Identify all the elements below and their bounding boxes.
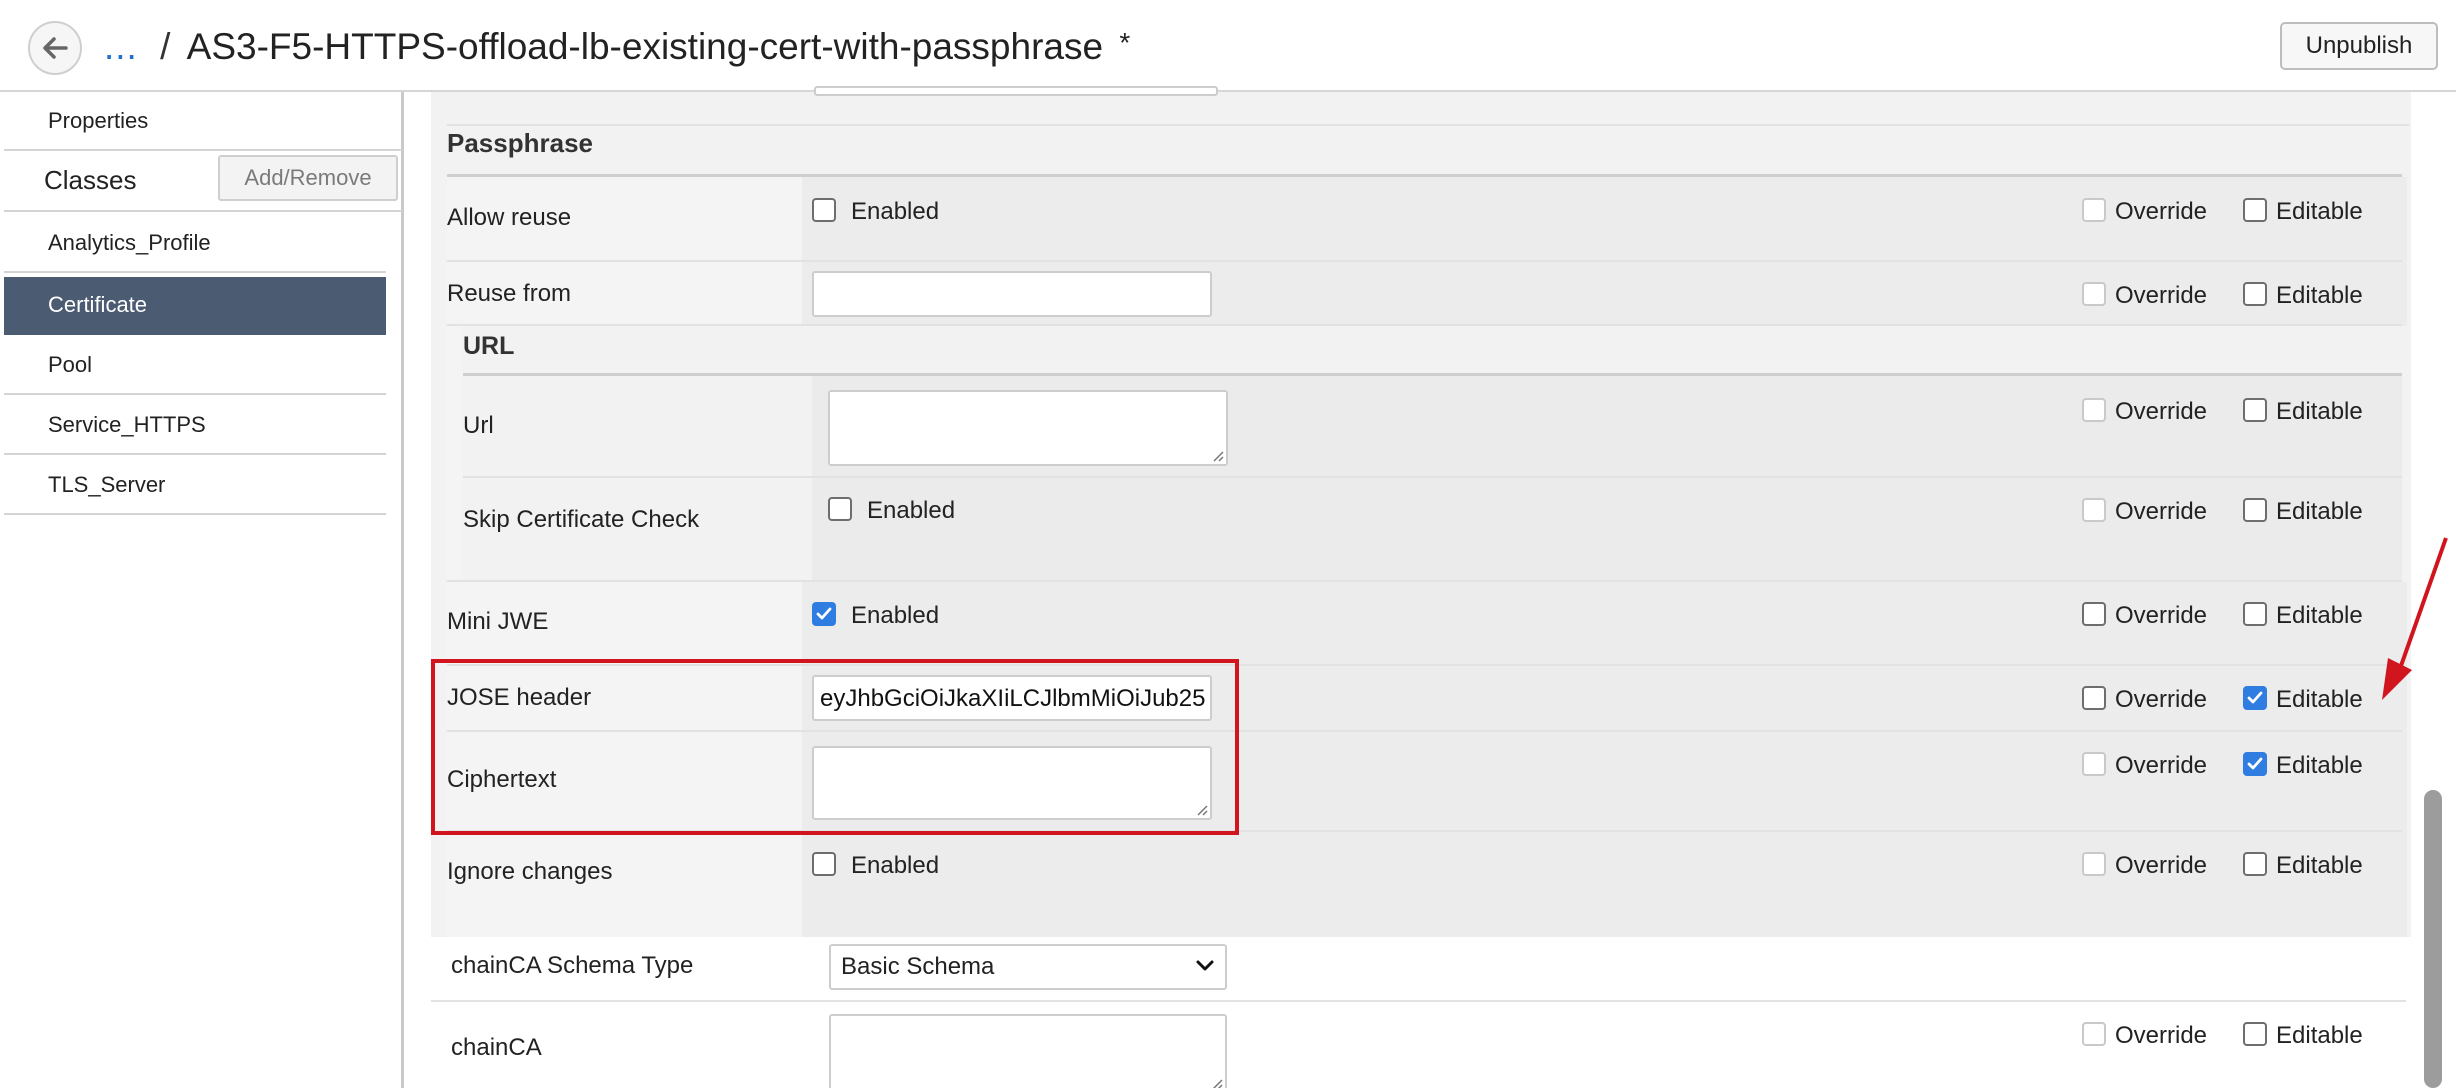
partial-input[interactable] (814, 86, 1218, 96)
skip-cert-check-override-label: Override (2115, 498, 2208, 525)
main-content: Passphrase Allow reuse Enabled Override … (407, 86, 2456, 1088)
allow-reuse-override-checkbox[interactable] (2082, 198, 2106, 222)
row-divider (463, 476, 2402, 478)
sidebar: Properties Classes Add/Remove Analytics_… (0, 92, 404, 1088)
url-divider (463, 373, 2402, 376)
mini-jwe-editable-checkbox[interactable] (2243, 602, 2267, 626)
classes-header: Classes Add/Remove (4, 149, 402, 212)
ignore-changes-editable-checkbox[interactable] (2243, 852, 2267, 876)
mini-jwe-enabled-checkbox[interactable] (812, 602, 836, 626)
chevron-down-icon (1196, 960, 1214, 971)
row-divider (431, 1000, 2406, 1002)
reuse-from-editable-label: Editable (2276, 282, 2363, 309)
unpublish-button[interactable]: Unpublish (2280, 22, 2438, 70)
outer-rows (431, 937, 2411, 1088)
checkmark-icon (2247, 691, 2263, 704)
skip-cert-check-editable-checkbox[interactable] (2243, 498, 2267, 522)
sidebar-item-properties[interactable]: Properties (4, 92, 386, 149)
chainca-editable-checkbox[interactable] (2243, 1022, 2267, 1046)
reuse-from-label: Reuse from (447, 280, 572, 307)
sidebar-item-pool[interactable]: Pool (4, 337, 386, 395)
skip-cert-check-override-checkbox[interactable] (2082, 498, 2106, 522)
allow-reuse-label: Allow reuse (447, 204, 572, 231)
highlight-box (431, 659, 1239, 835)
ignore-changes-override-checkbox[interactable] (2082, 852, 2106, 876)
url-editable-label: Editable (2276, 398, 2363, 425)
passphrase-title: Passphrase (447, 128, 593, 158)
breadcrumb-separator: / (160, 26, 171, 67)
row-divider (447, 260, 2402, 262)
checkmark-icon (2247, 757, 2263, 770)
chainca-override-label: Override (2115, 1022, 2208, 1049)
allow-reuse-enabled-checkbox[interactable] (812, 198, 836, 222)
page-title: AS3-F5-HTTPS-offload-lb-existing-cert-wi… (186, 26, 1104, 67)
url-label: Url (463, 412, 494, 439)
allow-reuse-enabled-label: Enabled (851, 198, 940, 225)
mini-jwe-override-label: Override (2115, 602, 2208, 629)
url-editable-checkbox[interactable] (2243, 398, 2267, 422)
checkmark-icon (816, 607, 832, 620)
ciphertext-editable-label: Editable (2276, 752, 2363, 779)
url-override-checkbox[interactable] (2082, 398, 2106, 422)
resize-grip-icon[interactable] (1209, 1076, 1223, 1088)
arrow-left-icon (43, 37, 68, 59)
breadcrumb-ellipsis-link[interactable]: ... (104, 26, 138, 67)
chainca-schema-type-label: chainCA Schema Type (451, 952, 694, 979)
mini-jwe-override-checkbox[interactable] (2082, 602, 2106, 626)
allow-reuse-editable-label: Editable (2276, 198, 2363, 225)
jose-header-editable-label: Editable (2276, 686, 2363, 713)
url-textarea[interactable] (828, 390, 1228, 466)
mini-jwe-label: Mini JWE (447, 608, 549, 635)
allow-reuse-editable-checkbox[interactable] (2243, 198, 2267, 222)
reuse-from-override-checkbox[interactable] (2082, 282, 2106, 306)
jose-header-editable-checkbox[interactable] (2243, 686, 2267, 710)
vertical-scrollbar[interactable] (2424, 790, 2442, 1088)
chainca-schema-type-value: Basic Schema (841, 953, 995, 980)
reuse-from-override-label: Override (2115, 282, 2208, 309)
breadcrumb: ... / AS3-F5-HTTPS-offload-lb-existing-c… (104, 22, 1130, 72)
unsaved-marker: * (1119, 27, 1131, 58)
ignore-changes-label: Ignore changes (447, 858, 613, 885)
ciphertext-override-checkbox[interactable] (2082, 752, 2106, 776)
jose-header-override-label: Override (2115, 686, 2208, 713)
mini-jwe-editable-label: Editable (2276, 602, 2363, 629)
classes-label: Classes (44, 165, 137, 195)
annotation-arrow-icon (2382, 537, 2448, 700)
row-divider (447, 124, 2409, 126)
skip-cert-check-enabled-label: Enabled (867, 497, 956, 524)
sidebar-item-analytics-profile[interactable]: Analytics_Profile (4, 215, 386, 273)
reuse-from-input[interactable] (812, 271, 1212, 317)
url-override-label: Override (2115, 398, 2208, 425)
skip-cert-check-editable-label: Editable (2276, 498, 2363, 525)
chainca-editable-label: Editable (2276, 1022, 2363, 1049)
panel-gap (431, 937, 2411, 957)
top-bar: ... / AS3-F5-HTTPS-offload-lb-existing-c… (0, 0, 2456, 92)
url-section-title: URL (463, 332, 515, 360)
ignore-changes-enabled-checkbox[interactable] (812, 852, 836, 876)
allow-reuse-override-label: Override (2115, 198, 2208, 225)
ignore-changes-editable-label: Editable (2276, 852, 2363, 879)
chainca-textarea[interactable] (829, 1014, 1227, 1088)
add-remove-button[interactable]: Add/Remove (218, 155, 398, 201)
reuse-from-editable-checkbox[interactable] (2243, 282, 2267, 306)
ciphertext-override-label: Override (2115, 752, 2208, 779)
chainca-label: chainCA (451, 1034, 542, 1061)
skip-cert-check-enabled-checkbox[interactable] (828, 497, 852, 521)
chainca-override-checkbox[interactable] (2082, 1022, 2106, 1046)
chainca-schema-type-select[interactable]: Basic Schema (829, 944, 1227, 990)
resize-grip-icon[interactable] (1210, 448, 1224, 462)
ignore-changes-enabled-label: Enabled (851, 852, 940, 879)
sidebar-item-service-https[interactable]: Service_HTTPS (4, 397, 386, 455)
jose-header-override-checkbox[interactable] (2082, 686, 2106, 710)
sidebar-item-tls-server[interactable]: TLS_Server (4, 457, 386, 515)
mini-jwe-enabled-label: Enabled (851, 602, 940, 629)
ignore-changes-override-label: Override (2115, 852, 2208, 879)
sidebar-item-certificate[interactable]: Certificate (4, 277, 386, 335)
back-button[interactable] (28, 21, 82, 75)
skip-cert-check-label: Skip Certificate Check (463, 506, 700, 533)
ciphertext-editable-checkbox[interactable] (2243, 752, 2267, 776)
